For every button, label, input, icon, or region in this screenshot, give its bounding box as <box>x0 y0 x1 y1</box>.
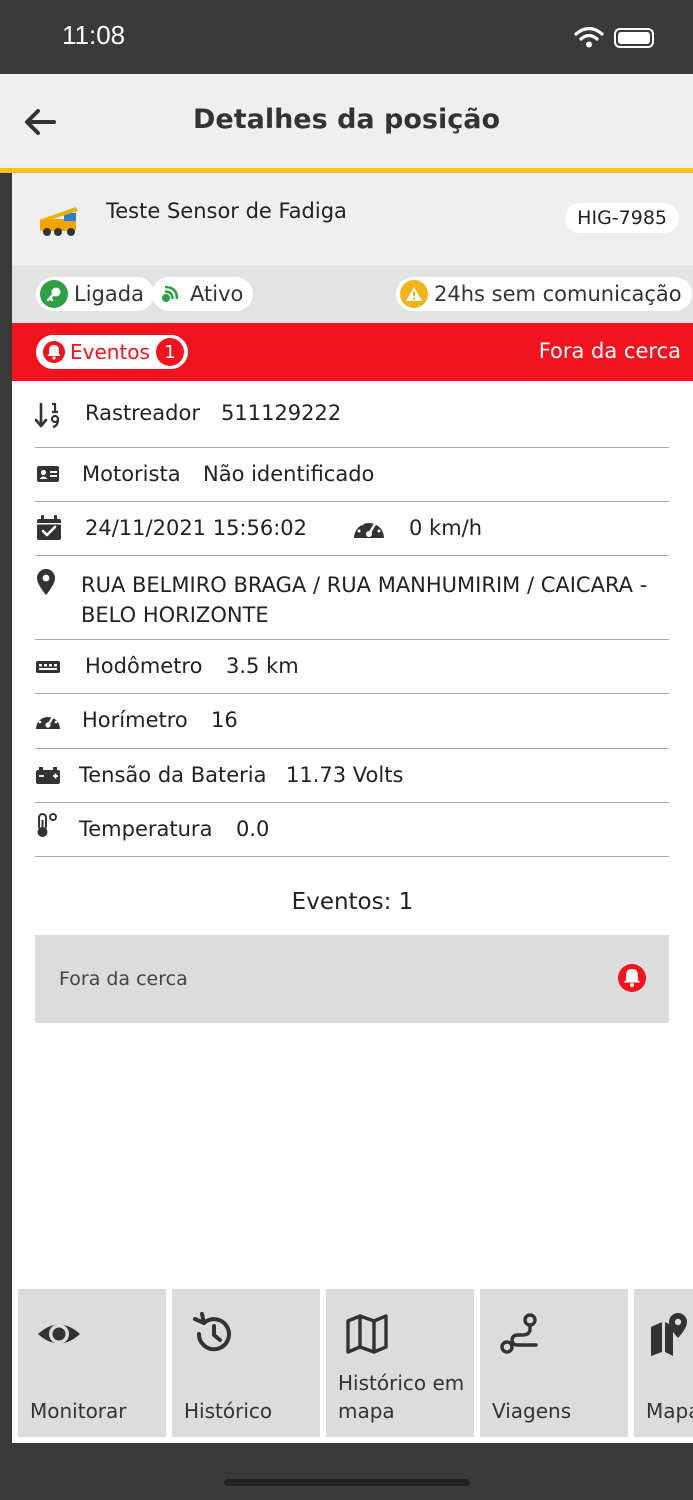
route-icon <box>500 1313 538 1354</box>
active-status-badge: Ativo <box>152 277 254 311</box>
key-icon <box>40 280 68 308</box>
odometer-label: Hodômetro <box>85 654 203 678</box>
eye-icon <box>38 1324 80 1344</box>
temperature-row: Temperatura 0.0 <box>35 803 669 857</box>
crane-truck-icon <box>40 207 78 236</box>
hourmeter-value: 16 <box>211 708 238 732</box>
nav-viagens-label: Viagens <box>492 1399 572 1423</box>
bell-icon <box>618 964 646 992</box>
nav-historico-em-mapa[interactable]: Histórico em mapa <box>326 1289 474 1437</box>
signal-icon <box>156 280 184 308</box>
odometer-value: 3.5 km <box>226 654 299 678</box>
events-badge[interactable]: Eventos 1 <box>36 335 188 369</box>
temperature-label: Temperatura <box>79 817 213 841</box>
hourmeter-row: Horímetro 16 <box>35 694 669 749</box>
temperature-value: 0.0 <box>236 817 270 841</box>
home-indicator <box>224 1479 470 1486</box>
position-datetime: 24/11/2021 15:56:02 <box>85 516 308 540</box>
driver-row: Motorista Não identificado <box>35 448 669 502</box>
address-row: RUA BELMIRO BRAGA / RUA MANHUMIRIM / CAI… <box>35 556 669 640</box>
event-bar-description: Fora da cerca <box>538 339 681 363</box>
battery-icon <box>614 28 654 48</box>
tracker-value: 511129222 <box>221 401 342 425</box>
position-details-panel: Teste Sensor de Fadiga HIG-7985 Ligada A… <box>12 173 693 1443</box>
driver-value: Não identificado <box>203 462 375 486</box>
datetime-speed-row: 24/11/2021 15:56:02 0 km/h <box>35 502 669 556</box>
gauge-icon <box>36 712 60 729</box>
warning-icon <box>400 280 428 308</box>
nav-mapa-externo-label: Mapa externo <box>646 1399 693 1423</box>
address-text: RUA BELMIRO BRAGA / RUA MANHUMIRIM / CAI… <box>81 573 648 627</box>
nav-historico-label: Histórico <box>184 1399 273 1423</box>
map-icon <box>346 1314 388 1354</box>
id-card-icon <box>37 466 59 482</box>
page-title: Detalhes da posição <box>192 104 501 135</box>
event-list-item[interactable]: Fora da cerca <box>35 935 669 1023</box>
nav-viagens[interactable]: Viagens <box>480 1289 628 1437</box>
battery-voltage-label: Tensão da Bateria <box>79 763 267 787</box>
ignition-status-badge: Ligada <box>36 277 154 311</box>
vehicle-plate-badge: HIG-7985 <box>565 203 679 233</box>
map-pin-icon <box>37 569 55 595</box>
battery-voltage-value: 11.73 Volts <box>286 763 404 787</box>
nav-historico[interactable]: Histórico <box>172 1289 320 1437</box>
nav-historico-em-mapa-label: Histórico em mapa <box>338 1371 465 1423</box>
bell-icon <box>43 341 65 363</box>
odometer-icon <box>36 661 60 673</box>
ignition-status-label: Ligada <box>74 282 144 306</box>
status-time: 11:08 <box>62 20 126 50</box>
calendar-check-icon <box>37 515 61 540</box>
sort-numeric-icon <box>35 402 60 429</box>
active-status-label: Ativo <box>190 282 244 306</box>
communication-status-label: 24hs sem comunicação <box>434 282 682 306</box>
tracker-label: Rastreador <box>85 401 200 425</box>
vehicle-row: Teste Sensor de Fadiga HIG-7985 <box>12 173 693 265</box>
bottom-action-bar: Monitorar Histórico Histórico em mapa Vi… <box>18 1289 693 1437</box>
nav-monitorar[interactable]: Monitorar <box>18 1289 166 1437</box>
status-bar: 11:08 <box>0 0 693 74</box>
car-battery-icon <box>36 767 60 784</box>
event-alert-bar[interactable]: Eventos 1 Fora da cerca <box>12 323 693 381</box>
status-row: Ligada Ativo 24hs sem comunicação <box>12 265 693 323</box>
thermometer-icon <box>37 813 57 837</box>
nav-mapa-externo[interactable]: Mapa externo <box>634 1289 693 1437</box>
events-section-title: Eventos: 1 <box>291 889 414 915</box>
event-item-label: Fora da cerca <box>59 968 188 990</box>
speed-value: 0 km/h <box>409 516 483 540</box>
tracker-row: Rastreador 511129222 <box>35 381 669 448</box>
map-marker-icon <box>651 1313 687 1356</box>
battery-voltage-row: Tensão da Bateria 11.73 Volts <box>35 749 669 803</box>
communication-status-badge: 24hs sem comunicação <box>396 277 692 311</box>
history-icon <box>193 1312 231 1352</box>
wifi-icon <box>574 26 604 48</box>
speedometer-icon <box>354 519 384 538</box>
driver-label: Motorista <box>82 462 181 486</box>
events-badge-label: Eventos <box>70 340 150 364</box>
events-count: 1 <box>155 338 184 366</box>
hourmeter-label: Horímetro <box>82 708 188 732</box>
nav-monitorar-label: Monitorar <box>30 1399 127 1423</box>
vehicle-name: Teste Sensor de Fadiga <box>106 199 347 223</box>
odometer-row: Hodômetro 3.5 km <box>35 640 669 694</box>
app-header: Detalhes da posição <box>0 74 693 168</box>
